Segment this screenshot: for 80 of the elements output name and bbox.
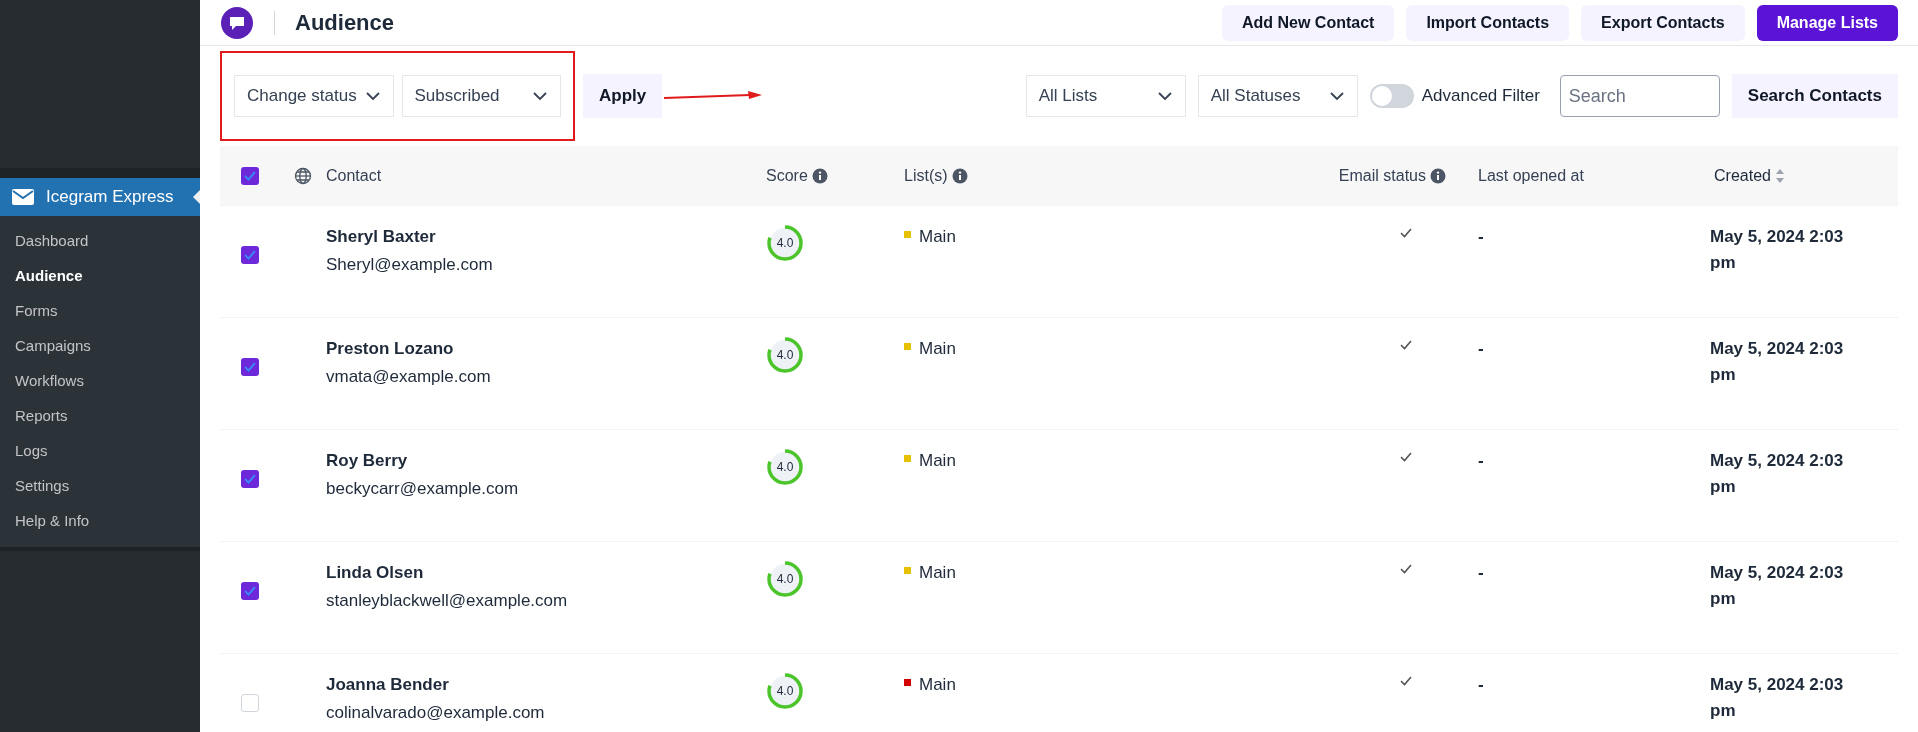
- check-icon: [1400, 564, 1412, 574]
- score-ring: 4.0: [766, 560, 804, 598]
- contact-name: Joanna Bender: [326, 674, 450, 696]
- sidebar-item[interactable]: Logs: [0, 434, 200, 469]
- advanced-filter-label: Advanced Filter: [1421, 85, 1540, 108]
- created-date: May 5, 2024 2:03 pm: [1710, 450, 1845, 498]
- column-header: List(s): [904, 165, 948, 186]
- header-button[interactable]: Manage Lists: [1756, 4, 1898, 41]
- created-date: May 5, 2024 2:03 pm: [1710, 226, 1845, 274]
- sidebar-item[interactable]: Campaigns: [0, 329, 200, 364]
- column-header[interactable]: Created: [1714, 163, 1771, 188]
- last-opened-value: -: [1478, 451, 1484, 470]
- checkbox[interactable]: [241, 582, 259, 600]
- sort-icon[interactable]: [1774, 167, 1785, 184]
- chevron-down-icon: [1156, 91, 1173, 101]
- page-title: Audience: [295, 9, 395, 37]
- check-icon: [1400, 676, 1412, 686]
- last-opened-value: -: [1478, 563, 1484, 582]
- score-ring: 4.0: [766, 224, 804, 262]
- header-button[interactable]: Export Contacts: [1581, 4, 1745, 41]
- list-name: Main: [919, 562, 956, 584]
- select-dropdown[interactable]: Change status: [234, 75, 394, 117]
- sidebar-item[interactable]: Forms: [0, 294, 200, 329]
- last-opened-value: -: [1478, 227, 1484, 246]
- sidebar-item[interactable]: Settings: [0, 469, 200, 504]
- search-contacts-button[interactable]: Search Contacts: [1731, 74, 1898, 118]
- created-date: May 5, 2024 2:03 pm: [1710, 338, 1845, 386]
- sidebar-item[interactable]: Audience: [0, 259, 200, 294]
- header-button[interactable]: Import Contacts: [1406, 4, 1570, 41]
- last-opened-value: -: [1478, 339, 1484, 358]
- header-button[interactable]: Add New Contact: [1221, 4, 1395, 41]
- list-name: Main: [919, 674, 956, 696]
- contact-email: beckycarr@example.com: [326, 477, 520, 500]
- chevron-down-icon: [532, 91, 548, 101]
- list-name: Main: [919, 226, 956, 248]
- list-name: Main: [919, 338, 956, 360]
- contact-email: stanleyblackwell@example.com: [326, 589, 569, 612]
- contact-name: Sheryl Baxter: [326, 226, 437, 248]
- sidebar-plugin-item[interactable]: Icegram Express: [0, 178, 200, 216]
- score-ring: 4.0: [766, 672, 804, 710]
- contact-name: Roy Berry: [326, 450, 409, 472]
- score-ring: 4.0: [766, 448, 804, 486]
- last-opened-value: -: [1478, 675, 1484, 694]
- column-header: Score: [766, 165, 808, 186]
- checkbox[interactable]: [241, 166, 259, 185]
- sidebar-item[interactable]: Reports: [0, 399, 200, 434]
- contact-email: Sheryl@example.com: [326, 253, 494, 276]
- logo-icon: [220, 5, 254, 40]
- contact-email: vmata@example.com: [326, 365, 492, 388]
- checkbox[interactable]: [241, 694, 259, 712]
- select-dropdown[interactable]: All Lists: [1025, 75, 1186, 117]
- search-field[interactable]: Search: [1559, 75, 1720, 117]
- contact-name: Linda Olsen: [326, 562, 425, 584]
- envelope-icon: [12, 189, 34, 205]
- check-icon: [1400, 340, 1412, 350]
- checkbox[interactable]: [241, 246, 259, 264]
- sidebar-item[interactable]: Help & Info: [0, 504, 200, 539]
- sidebar-item[interactable]: Workflows: [0, 364, 200, 399]
- score-ring: 4.0: [766, 336, 804, 374]
- sidebar-item[interactable]: Dashboard: [0, 224, 200, 259]
- check-icon: [1400, 452, 1412, 462]
- select-dropdown[interactable]: Subscribed: [401, 75, 561, 117]
- column-header: Last opened at: [1478, 165, 1584, 186]
- list-name: Main: [919, 450, 956, 472]
- checkbox[interactable]: [241, 358, 259, 376]
- column-header: Contact: [326, 165, 382, 186]
- menu-pointer-icon: [193, 190, 200, 204]
- toggle-switch[interactable]: [1369, 84, 1414, 108]
- select-dropdown[interactable]: All Statuses: [1197, 75, 1358, 117]
- chevron-down-icon: [364, 91, 381, 101]
- checkbox[interactable]: [241, 470, 259, 488]
- column-header: Email status: [1338, 165, 1426, 186]
- check-icon: [1400, 228, 1412, 238]
- created-date: May 5, 2024 2:03 pm: [1710, 674, 1845, 722]
- contact-email: colinalvarado@example.com: [326, 701, 546, 724]
- globe-icon: [294, 166, 312, 185]
- apply-button[interactable]: Apply: [583, 74, 663, 118]
- contact-name: Preston Lozano: [326, 338, 455, 360]
- chevron-down-icon: [1328, 91, 1345, 101]
- created-date: May 5, 2024 2:03 pm: [1710, 562, 1845, 610]
